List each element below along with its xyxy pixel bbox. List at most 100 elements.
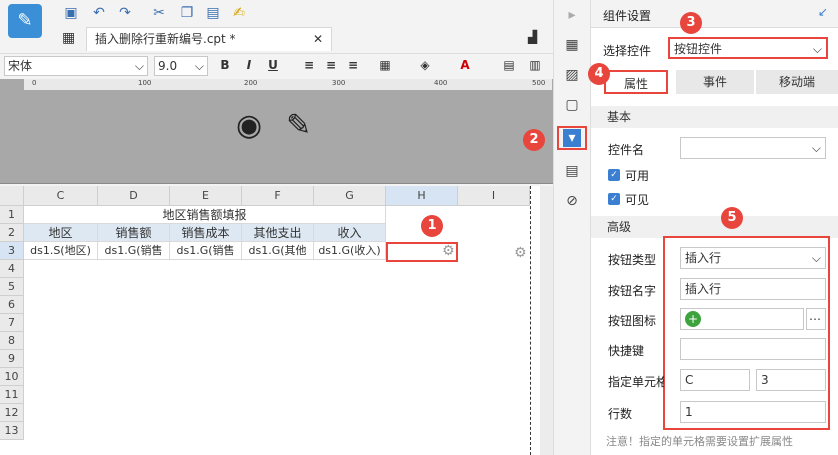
app-logo[interactable]: ✎ — [8, 4, 42, 38]
button-type-select[interactable]: 插入行 ⌵ — [680, 247, 826, 269]
close-icon[interactable]: ✕ — [313, 28, 323, 51]
float-icon[interactable]: ▢ — [563, 96, 581, 114]
col-header[interactable]: I — [458, 186, 530, 206]
underline-button[interactable]: U — [264, 56, 282, 74]
section-basic[interactable]: 基本 — [591, 106, 838, 128]
widget-type-select[interactable]: 按钮控件 ⌵ — [668, 37, 828, 59]
fill-icon[interactable]: ◈ — [416, 56, 434, 74]
format-brush-icon[interactable]: ✍ — [230, 4, 248, 22]
align-left-icon[interactable]: ≡ — [300, 56, 318, 74]
header-cell[interactable]: 销售成本 — [170, 224, 242, 242]
row-header[interactable]: 2 — [0, 224, 24, 242]
redo-icon[interactable]: ↷ — [116, 4, 134, 22]
tab-mobile[interactable]: 移动端 — [756, 70, 838, 94]
col-header[interactable]: H — [386, 186, 458, 206]
browse-icon-button[interactable]: ⋯ — [806, 308, 826, 330]
ruler-mark: 400 — [434, 79, 448, 87]
row-header[interactable]: 7 — [0, 314, 24, 332]
data-cell[interactable]: ds1.G(收入) — [314, 242, 386, 260]
button-type-label: 按钮类型 — [608, 253, 657, 267]
row-header[interactable]: 3 — [0, 242, 24, 260]
vertical-scrollbar[interactable] — [540, 186, 553, 455]
header-cell[interactable]: 其他支出 — [242, 224, 314, 242]
row-header[interactable]: 11 — [0, 386, 24, 404]
hidden-eye-icon[interactable]: ◉ — [236, 108, 262, 143]
italic-button[interactable]: I — [240, 56, 258, 74]
header-cell[interactable]: 地区 — [24, 224, 98, 242]
col-header[interactable]: G — [314, 186, 386, 206]
col-header[interactable]: C — [24, 186, 98, 206]
section-advanced[interactable]: 高级 — [591, 216, 838, 238]
pin-icon[interactable]: ↙ — [818, 5, 828, 19]
save-icon[interactable]: ▣ — [62, 4, 80, 22]
gear-icon[interactable]: ⚙ — [514, 245, 527, 261]
row-header[interactable]: 6 — [0, 296, 24, 314]
step-badge-5: 5 — [721, 207, 743, 229]
font-color-icon[interactable]: A — [456, 56, 474, 74]
corner-header[interactable] — [0, 186, 24, 206]
visible-label: 可见 — [625, 193, 650, 207]
chevron-down-icon: ⌵ — [811, 141, 821, 155]
cell-icon[interactable]: ▤ — [500, 56, 518, 74]
paste-icon[interactable]: ▤ — [204, 4, 222, 22]
tab-properties[interactable]: 属性 — [604, 70, 668, 94]
row-header[interactable]: 12 — [0, 404, 24, 422]
button-name-label: 按钮名字 — [608, 284, 657, 298]
row-header[interactable]: 1 — [0, 206, 24, 224]
col-header[interactable]: F — [242, 186, 314, 206]
cell-row-input[interactable]: 3 — [756, 369, 826, 391]
parameter-pane — [0, 79, 553, 184]
rows-stepper[interactable]: 1 — [680, 401, 826, 423]
row-header[interactable]: 5 — [0, 278, 24, 296]
ruler-mark: 200 — [244, 79, 258, 87]
data-cell[interactable]: ds1.G(销售 — [98, 242, 170, 260]
row-header[interactable]: 10 — [0, 368, 24, 386]
row-header[interactable]: 8 — [0, 332, 24, 350]
copy-icon[interactable]: ❐ — [178, 4, 196, 22]
cut-icon[interactable]: ✂ — [150, 4, 168, 22]
data-cell[interactable]: ds1.G(销售 — [170, 242, 242, 260]
button-name-input[interactable]: 插入行 — [680, 278, 826, 300]
visible-checkbox[interactable]: ✓ — [608, 193, 620, 205]
size-select[interactable]: 9.0 ⌵ — [154, 56, 208, 76]
hotkey-input[interactable] — [680, 338, 826, 360]
undo-icon[interactable]: ↶ — [90, 4, 108, 22]
align-right-icon[interactable]: ≡ — [344, 56, 362, 74]
header-cell[interactable]: 销售额 — [98, 224, 170, 242]
menu-icon[interactable]: ▟ — [528, 30, 537, 44]
header-cell[interactable]: 收入 — [314, 224, 386, 242]
tab-events[interactable]: 事件 — [676, 70, 754, 94]
widget-name-input[interactable]: ⌵ — [680, 137, 826, 159]
collapse-icon[interactable]: ▸ — [563, 6, 581, 24]
cell-attr-icon[interactable]: ▨ — [563, 66, 581, 84]
row-header[interactable]: 13 — [0, 422, 24, 440]
gear-icon[interactable]: ⚙ — [442, 243, 455, 259]
data-cell[interactable]: ds1.G(其他 — [242, 242, 314, 260]
condition-icon[interactable]: ▤ — [563, 162, 581, 180]
align-center-icon[interactable]: ≡ — [322, 56, 340, 74]
enabled-label: 可用 — [625, 169, 650, 183]
link-icon[interactable]: ⊘ — [563, 192, 581, 210]
widget-icon[interactable]: ▾ — [563, 129, 581, 147]
cell-icon-2[interactable]: ▥ — [526, 56, 544, 74]
col-header[interactable]: D — [98, 186, 170, 206]
border-icon[interactable]: ▦ — [376, 56, 394, 74]
grid-icon: ▦ — [62, 30, 76, 46]
step-badge-2: 2 — [523, 129, 545, 151]
data-cell[interactable]: ds1.S(地区) — [24, 242, 98, 260]
dataset-icon[interactable]: ▦ — [563, 36, 581, 54]
step-badge-1: 1 — [421, 215, 443, 237]
file-tab[interactable]: 插入删除行重新编号.cpt * ✕ — [86, 27, 332, 51]
col-header[interactable]: E — [170, 186, 242, 206]
report-title-cell[interactable]: 地区销售额填报 — [24, 206, 386, 224]
button-icon-field[interactable]: + — [680, 308, 804, 330]
row-header[interactable]: 4 — [0, 260, 24, 278]
edit-pencil-icon[interactable]: ✎ — [286, 108, 311, 143]
ruler-mark: 300 — [332, 79, 346, 87]
hotkey-label: 快捷键 — [608, 344, 645, 358]
font-select[interactable]: 宋体 ⌵ — [4, 56, 148, 76]
cell-col-input[interactable]: C — [680, 369, 750, 391]
row-header[interactable]: 9 — [0, 350, 24, 368]
enabled-checkbox[interactable]: ✓ — [608, 169, 620, 181]
bold-button[interactable]: B — [216, 56, 234, 74]
